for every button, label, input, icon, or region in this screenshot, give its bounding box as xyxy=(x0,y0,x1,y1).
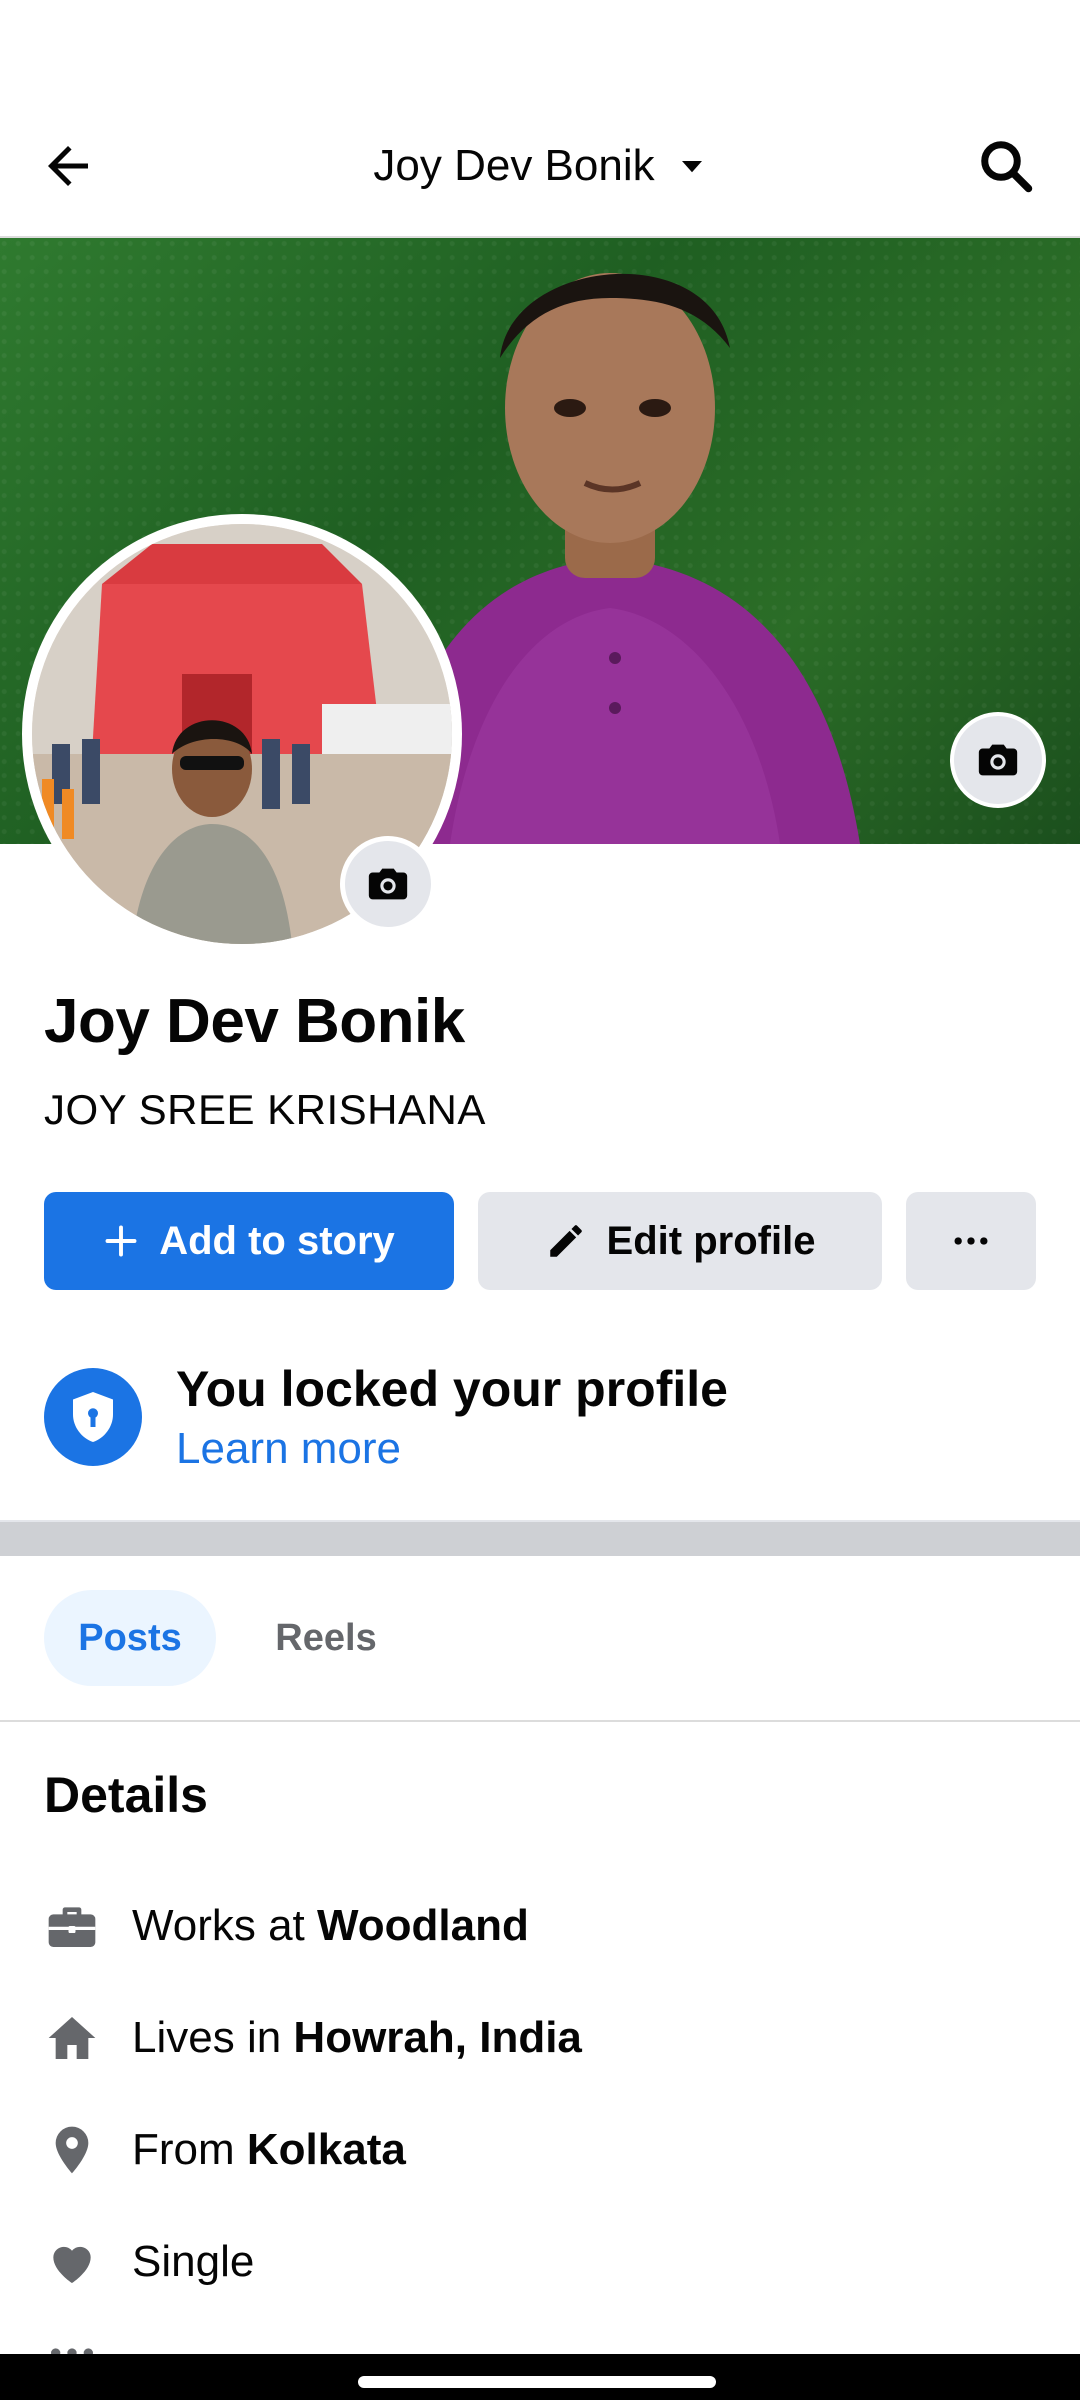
home-icon xyxy=(44,2010,100,2066)
shield-lock-icon xyxy=(44,1368,142,1466)
location-pin-icon xyxy=(44,2122,100,2178)
heart-icon xyxy=(44,2234,100,2290)
top-app-bar xyxy=(0,0,1080,238)
detail-lives-in-text: Lives in Howrah, India xyxy=(132,2013,582,2062)
detail-from-text: From Kolkata xyxy=(132,2125,406,2174)
caret-down-icon xyxy=(681,161,702,173)
details-heading: Details xyxy=(44,1767,208,1823)
shield-icon xyxy=(73,1392,113,1442)
edit-profile-button[interactable]: Edit profile xyxy=(478,1192,882,1290)
page-title: Joy Dev Bonik xyxy=(373,141,655,190)
detail-lives-in: Lives in Howrah, India xyxy=(44,2010,582,2066)
add-to-story-button[interactable]: Add to story xyxy=(44,1192,454,1290)
briefcase-icon xyxy=(44,1898,100,1954)
detail-relationship: Single xyxy=(44,2234,254,2290)
profile-bio: JOY SREE KRISHANA xyxy=(44,1086,486,1133)
add-to-story-label: Add to story xyxy=(159,1218,395,1263)
tab-reels[interactable]: Reels xyxy=(240,1590,412,1686)
pencil-icon xyxy=(549,1225,582,1257)
section-separator xyxy=(0,1520,1080,1556)
more-horizontal-icon xyxy=(954,1237,988,1245)
more-options-button[interactable] xyxy=(906,1192,1036,1290)
edit-cover-photo-button[interactable] xyxy=(950,712,1046,808)
profile-switcher[interactable]: Joy Dev Bonik xyxy=(373,141,706,191)
profile-name: Joy Dev Bonik xyxy=(44,987,465,1056)
camera-icon xyxy=(368,868,408,900)
detail-from: From Kolkata xyxy=(44,2122,406,2178)
search-icon xyxy=(981,141,1033,193)
home-indicator[interactable] xyxy=(358,2376,716,2388)
edit-profile-label: Edit profile xyxy=(606,1218,816,1263)
back-button[interactable] xyxy=(30,128,106,204)
arrow-left-icon xyxy=(48,146,88,186)
divider xyxy=(0,1720,1080,1722)
detail-work: Works at Woodland xyxy=(44,1898,529,1954)
locked-profile-title: You locked your profile xyxy=(176,1361,728,1417)
detail-work-text: Works at Woodland xyxy=(132,1901,529,1950)
tab-posts[interactable]: Posts xyxy=(44,1590,216,1686)
detail-relationship-text: Single xyxy=(132,2237,255,2286)
edit-profile-picture-button[interactable] xyxy=(340,836,436,932)
learn-more-link[interactable]: Learn more xyxy=(176,1424,401,1474)
search-button[interactable] xyxy=(964,128,1048,204)
plus-icon xyxy=(105,1225,137,1257)
camera-icon xyxy=(978,744,1018,776)
